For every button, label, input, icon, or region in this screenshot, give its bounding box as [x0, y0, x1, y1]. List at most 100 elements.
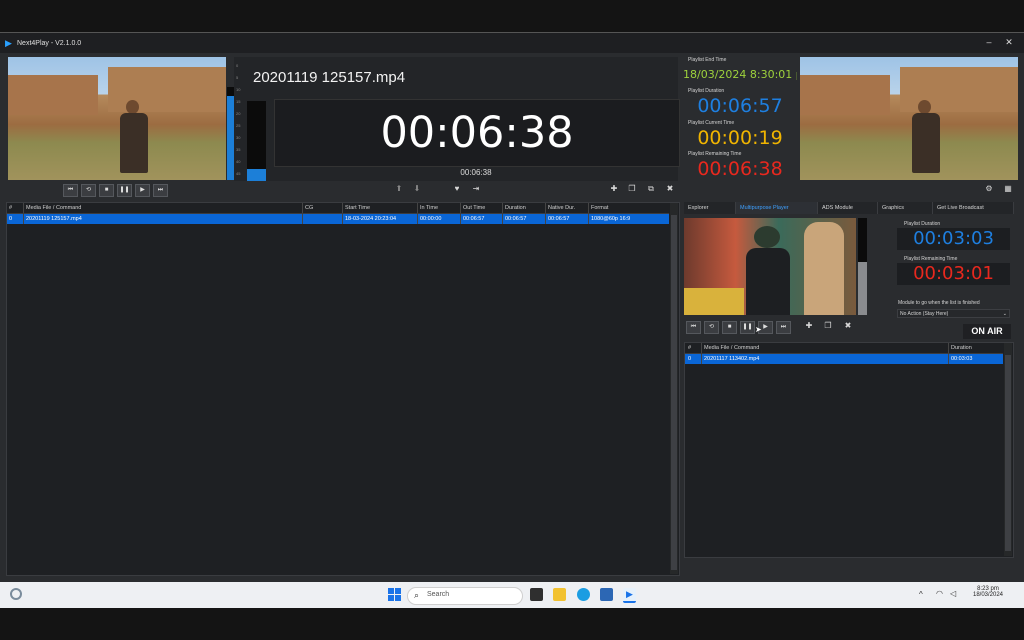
- mp-playlist-table: # Media File / Command Duration 0 20201117 …: [684, 342, 1014, 558]
- mp-pause-icon[interactable]: ❚❚: [740, 321, 755, 334]
- insert-icon[interactable]: ⇥: [470, 184, 482, 194]
- tab-graphics[interactable]: Graphics: [878, 202, 933, 214]
- table-cell: 0: [9, 216, 13, 222]
- column-header: Format: [591, 205, 609, 211]
- table-cell: 20201119 125157.mp4: [26, 216, 82, 222]
- current-time-label: Playlist Current Time: [688, 120, 735, 126]
- countdown-display: 00:06:38: [274, 99, 680, 167]
- task-view-icon[interactable]: [530, 588, 543, 601]
- main-player-panel: 20201119 125157.mp4 0 5 10 15 20 25 30 35 40 45 0…: [234, 57, 680, 181]
- wifi-icon[interactable]: ◠: [936, 589, 943, 598]
- vu-scale-label: 40: [236, 159, 241, 164]
- mp-table-header: # Media File / Command Duration: [685, 343, 1003, 354]
- column-header: Native Dur.: [548, 205, 576, 211]
- table-header: # Media File / Command CG Start Time In Time…: [7, 203, 669, 214]
- mp-remaining-value: 00:03:01: [897, 263, 1010, 285]
- mp-delete-icon[interactable]: ✖: [842, 321, 854, 331]
- vu-scale-label: 25: [236, 123, 241, 128]
- tab-multipurpose-player[interactable]: Multipurpose Player: [736, 202, 818, 214]
- tab-get-live-broadcast[interactable]: Get Live Broadcast: [933, 202, 1014, 214]
- window-title: Next4Play - V2.1.0.0: [17, 39, 82, 47]
- widgets-icon[interactable]: [10, 588, 22, 600]
- column-header: Duration: [951, 345, 972, 351]
- main-vu-meter: [247, 101, 266, 181]
- main-playlist-table: # Media File / Command CG Start Time In Time…: [6, 202, 680, 576]
- bottom-letterbox: [0, 608, 1024, 640]
- table-cell: 00:06:57: [505, 216, 527, 222]
- mp-duration-value: 00:03:03: [897, 228, 1010, 250]
- end-time-label: Playlist End Time: [688, 57, 727, 63]
- table-row[interactable]: 0 20201119 125157.mp4 18-03-2024 20:23:04 0…: [7, 214, 669, 224]
- mp-stop-icon[interactable]: ■: [722, 321, 737, 334]
- play-logo-icon: ▶: [5, 38, 12, 48]
- grid-icon[interactable]: ▦: [1002, 184, 1014, 194]
- left-preview-video: [8, 57, 226, 180]
- mp-loop-icon[interactable]: ⟲: [704, 321, 719, 334]
- mp-copy-icon[interactable]: ❐: [822, 321, 834, 331]
- loop-icon[interactable]: ⟲: [81, 184, 96, 197]
- vu-scale-label: 15: [236, 99, 241, 104]
- fast-forward-icon[interactable]: ⏭: [153, 184, 168, 197]
- edge-browser-icon[interactable]: [577, 588, 590, 601]
- chevron-up-icon[interactable]: ^: [919, 590, 923, 599]
- countdown-time: 00:06:38: [380, 108, 574, 158]
- table-cell: 20201117 113402.mp4: [704, 356, 760, 362]
- file-explorer-icon[interactable]: [553, 588, 566, 601]
- store-icon[interactable]: [600, 588, 613, 601]
- windows-start-icon[interactable]: [388, 588, 401, 601]
- delete-icon[interactable]: ✖: [664, 184, 676, 194]
- play-icon[interactable]: ▶: [135, 184, 150, 197]
- table-cell: 18-03-2024 20:23:04: [345, 216, 397, 222]
- vu-scale-label: 5: [236, 75, 239, 80]
- rewind-icon[interactable]: ⏮: [63, 184, 78, 197]
- search-box[interactable]: ⌕ Search: [407, 587, 523, 605]
- vu-scale-label: 45: [236, 171, 241, 176]
- heartbeat-icon[interactable]: ♥: [451, 184, 463, 194]
- current-filename: 20201119 125157.mp4: [253, 69, 406, 86]
- mp-remaining-label: Playlist Remaining Time: [904, 256, 958, 262]
- elapsed-small-time: 00:06:38: [460, 168, 492, 177]
- pause-icon[interactable]: ❚❚: [117, 184, 132, 197]
- mp-duration-label: Playlist Duration: [904, 221, 941, 227]
- table-cell: 00:00:00: [420, 216, 442, 222]
- remaining-label: Playlist Remaining Time: [688, 151, 742, 157]
- table-cell: 0: [688, 356, 692, 362]
- volume-icon[interactable]: ◁: [950, 589, 956, 598]
- copy-icon[interactable]: ❐: [626, 184, 638, 194]
- column-header: Out Time: [463, 205, 486, 211]
- module-select[interactable]: No Action (Stay Here) ⌄: [897, 309, 1010, 318]
- close-icon[interactable]: ✕: [1003, 37, 1015, 48]
- settings-icon[interactable]: ⚙: [983, 184, 995, 194]
- move-up-icon[interactable]: ⬆: [393, 184, 405, 194]
- next4play-app-icon[interactable]: ▶: [623, 588, 636, 603]
- column-header: Media File / Command: [26, 205, 82, 211]
- mp-add-icon[interactable]: ✚: [803, 321, 815, 331]
- minimize-icon[interactable]: –: [983, 37, 995, 47]
- mouse-cursor-icon: ➤: [755, 325, 762, 334]
- left-transport-bar: ⏮ ⟲ ■ ❚❚ ▶ ⏭: [63, 184, 168, 197]
- move-down-icon[interactable]: ⬇: [411, 184, 423, 194]
- module-select-value: No Action (Stay Here): [900, 311, 949, 317]
- mp-transport-bar: ⏮ ⟲ ■ ❚❚ ▶ ⏭: [686, 321, 791, 334]
- duplicate-icon[interactable]: ⧉: [645, 184, 657, 194]
- column-header: Start Time: [345, 205, 371, 211]
- title-bar: ▶ Next4Play - V2.1.0.0 – ✕: [0, 33, 1024, 53]
- mp-vu-meter: [858, 218, 867, 315]
- search-placeholder: Search: [427, 591, 450, 598]
- mp-table-row[interactable]: 0 20201117 113402.mp4 00:03:03: [685, 354, 1003, 364]
- mp-fast-forward-icon[interactable]: ⏭: [776, 321, 791, 334]
- mp-vertical-scrollbar[interactable]: [1004, 343, 1012, 556]
- column-header: CG: [305, 205, 314, 211]
- vertical-scrollbar[interactable]: [670, 203, 678, 574]
- column-header: In Time: [420, 205, 439, 211]
- mp-preview-video: [684, 218, 856, 315]
- tab-ads-module[interactable]: ADS Module: [818, 202, 878, 214]
- tab-explorer[interactable]: Explorer: [684, 202, 736, 214]
- stop-icon[interactable]: ■: [99, 184, 114, 197]
- clock[interactable]: 8:23 pm 18/03/2024: [968, 586, 1008, 598]
- mp-rewind-icon[interactable]: ⏮: [686, 321, 701, 334]
- table-cell: 00:06:57: [463, 216, 485, 222]
- module-label: Module to go when the list is finished: [898, 300, 980, 306]
- on-air-button[interactable]: ON AIR: [963, 324, 1011, 339]
- add-icon[interactable]: ✚: [608, 184, 620, 194]
